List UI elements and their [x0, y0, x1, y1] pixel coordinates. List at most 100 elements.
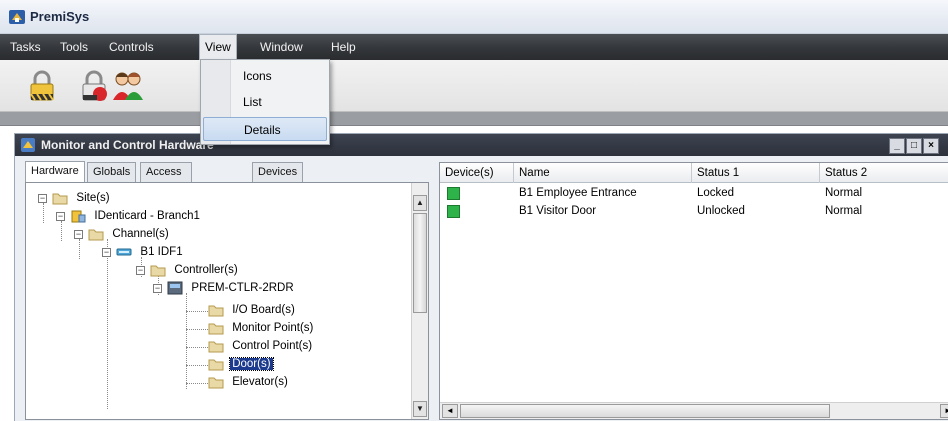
- list-item[interactable]: B1 Visitor Door Unlocked Normal: [440, 203, 948, 220]
- tree-node-label: I/O Board(s): [232, 304, 295, 316]
- folder-icon: [208, 341, 224, 353]
- tree-node-label-selected: Door(s): [229, 357, 274, 371]
- app-titlebar: PremiSys: [0, 0, 948, 34]
- device-name: B1 Employee Entrance: [519, 187, 637, 199]
- tree-connector: [107, 239, 108, 409]
- menu-controls[interactable]: Controls: [109, 34, 154, 60]
- app-title: PremiSys: [30, 9, 90, 24]
- close-button[interactable]: ×: [923, 138, 939, 154]
- tree-node-label: Elevator(s): [232, 376, 288, 388]
- collapse-toggle[interactable]: −: [102, 247, 111, 257]
- scroll-thumb[interactable]: [413, 213, 427, 313]
- tree-node-monitor-points[interactable]: Monitor Point(s): [208, 319, 315, 337]
- child-window-title: Monitor and Control Hardware: [41, 138, 214, 152]
- collapse-toggle[interactable]: −: [153, 283, 162, 293]
- tree-connector: [186, 383, 208, 384]
- tree-node-label: IDenticard - Branch1: [94, 210, 200, 222]
- menu-window[interactable]: Window: [260, 34, 303, 60]
- list-horizontal-scrollbar[interactable]: ◄ ►: [440, 402, 948, 419]
- padlock-alarm-icon[interactable]: [76, 68, 112, 104]
- device-status1: Unlocked: [697, 205, 745, 217]
- toolbar-divider: [0, 112, 948, 126]
- menu-item-list[interactable]: List: [203, 90, 327, 114]
- folder-icon: [150, 265, 166, 277]
- column-header-name[interactable]: Name: [514, 163, 692, 183]
- devices-list[interactable]: Device(s) Name Status 1 Status 2 B1 Empl…: [439, 162, 948, 420]
- folder-icon: [52, 193, 68, 205]
- device-status-icon: [447, 187, 460, 200]
- tree-connector: [186, 293, 187, 389]
- list-header: Device(s) Name Status 1 Status 2: [440, 163, 948, 183]
- tree-node-branch[interactable]: − IDenticard - Branch1: [56, 207, 202, 225]
- minimize-button[interactable]: _: [889, 138, 905, 154]
- column-header-status2[interactable]: Status 2: [820, 163, 948, 183]
- tree-node-io-boards[interactable]: I/O Board(s): [208, 301, 297, 319]
- menu-tasks[interactable]: Tasks: [10, 34, 41, 60]
- device-status2: Normal: [825, 187, 863, 199]
- tree-connector: [186, 365, 208, 366]
- menu-item-icons[interactable]: Icons: [203, 64, 327, 88]
- maximize-button[interactable]: □: [906, 138, 922, 154]
- scroll-thumb[interactable]: [460, 404, 830, 418]
- tree-node-label: Controller(s): [174, 264, 238, 276]
- collapse-toggle[interactable]: −: [38, 193, 47, 203]
- tree-node-elevators[interactable]: Elevator(s): [208, 373, 290, 391]
- menu-item-details[interactable]: Details: [203, 117, 327, 141]
- tree-connector: [186, 347, 208, 348]
- column-header-status1[interactable]: Status 1: [692, 163, 820, 183]
- tree-node-doors[interactable]: Door(s): [208, 355, 274, 373]
- tree-vertical-scrollbar[interactable]: ▲ ▼: [411, 183, 428, 419]
- tab-globals[interactable]: Globals: [87, 162, 137, 182]
- tree-node-label: Control Point(s): [232, 340, 313, 352]
- menu-bar: Tasks Tools Controls View Window Help: [0, 34, 948, 60]
- menu-help[interactable]: Help: [331, 34, 356, 60]
- device-status2: Normal: [825, 205, 863, 217]
- child-window-titlebar[interactable]: Monitor and Control Hardware _ □ ×: [15, 134, 948, 156]
- tree-node-label: Monitor Point(s): [232, 322, 314, 334]
- tree-node-label: B1 IDF1: [140, 246, 183, 258]
- device-name: B1 Visitor Door: [519, 205, 597, 217]
- view-menu-dropdown: Icons List Details: [200, 59, 330, 145]
- tree-node-controller[interactable]: − PREM-CTLR-2RDR: [153, 279, 296, 297]
- scroll-up-arrow[interactable]: ▲: [413, 195, 427, 211]
- scroll-down-arrow[interactable]: ▼: [413, 401, 427, 417]
- tab-access-settings[interactable]: Access Settings: [140, 162, 192, 196]
- collapse-toggle[interactable]: −: [136, 265, 145, 275]
- device-status1: Locked: [697, 187, 735, 199]
- tree-node-controllers[interactable]: − Controller(s): [136, 261, 240, 279]
- premisys-app-icon: [9, 10, 25, 24]
- tree-connector: [186, 329, 208, 330]
- scroll-right-arrow[interactable]: ►: [940, 404, 948, 418]
- device-status-icon: [447, 205, 460, 218]
- column-header-devices[interactable]: Device(s): [440, 163, 514, 183]
- menu-tools[interactable]: Tools: [60, 34, 88, 60]
- list-item[interactable]: B1 Employee Entrance Locked Normal: [440, 185, 948, 202]
- window-controls: _ □ ×: [888, 137, 939, 154]
- tree-node-control-points[interactable]: Control Point(s): [208, 337, 314, 355]
- tree-node-label: Site(s): [76, 192, 110, 204]
- hardware-tree[interactable]: − Site(s) − IDenticard - Branch1 − Chann…: [25, 182, 429, 420]
- tab-hardware[interactable]: Hardware: [25, 161, 85, 182]
- users-group-icon[interactable]: [110, 68, 146, 104]
- folder-icon: [208, 323, 224, 335]
- monitor-control-window: Monitor and Control Hardware _ □ × Hardwar…: [14, 133, 948, 421]
- building-icon: [71, 210, 86, 223]
- monitor-hardware-icon: [21, 138, 35, 152]
- padlock-icon[interactable]: [24, 68, 60, 104]
- tab-devices[interactable]: Devices: [252, 162, 304, 182]
- channel-icon: [116, 248, 132, 256]
- tree-node-label: PREM-CTLR-2RDR: [191, 282, 294, 294]
- folder-icon: [208, 377, 224, 389]
- tree-node-channels[interactable]: − Channel(s): [74, 225, 171, 243]
- tree-node-b1-idf1[interactable]: − B1 IDF1: [102, 243, 185, 261]
- folder-icon: [88, 229, 104, 241]
- controller-icon: [167, 281, 183, 295]
- tree-connector: [186, 311, 208, 312]
- tree-node-label: Channel(s): [112, 228, 169, 240]
- collapse-toggle[interactable]: −: [74, 229, 83, 239]
- menu-view[interactable]: View: [199, 34, 237, 60]
- collapse-toggle[interactable]: −: [56, 211, 65, 221]
- folder-icon: [208, 359, 224, 371]
- tree-node-sites[interactable]: − Site(s): [38, 189, 112, 207]
- scroll-left-arrow[interactable]: ◄: [442, 404, 458, 418]
